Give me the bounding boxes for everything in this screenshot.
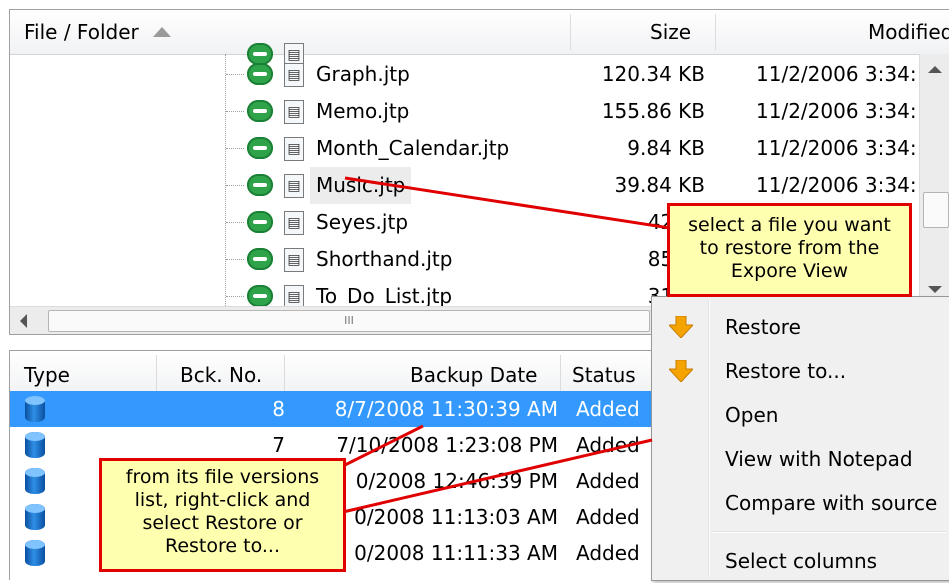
bottom-callout-pointer-menu bbox=[342, 438, 653, 514]
top-callout-pointer bbox=[344, 176, 671, 230]
bottom-callout-pointer-up bbox=[342, 424, 424, 468]
callout-select-file: select a file you want to restore from t… bbox=[667, 203, 912, 297]
callout-restore-instructions: from its file versions list, right-click… bbox=[99, 458, 346, 572]
